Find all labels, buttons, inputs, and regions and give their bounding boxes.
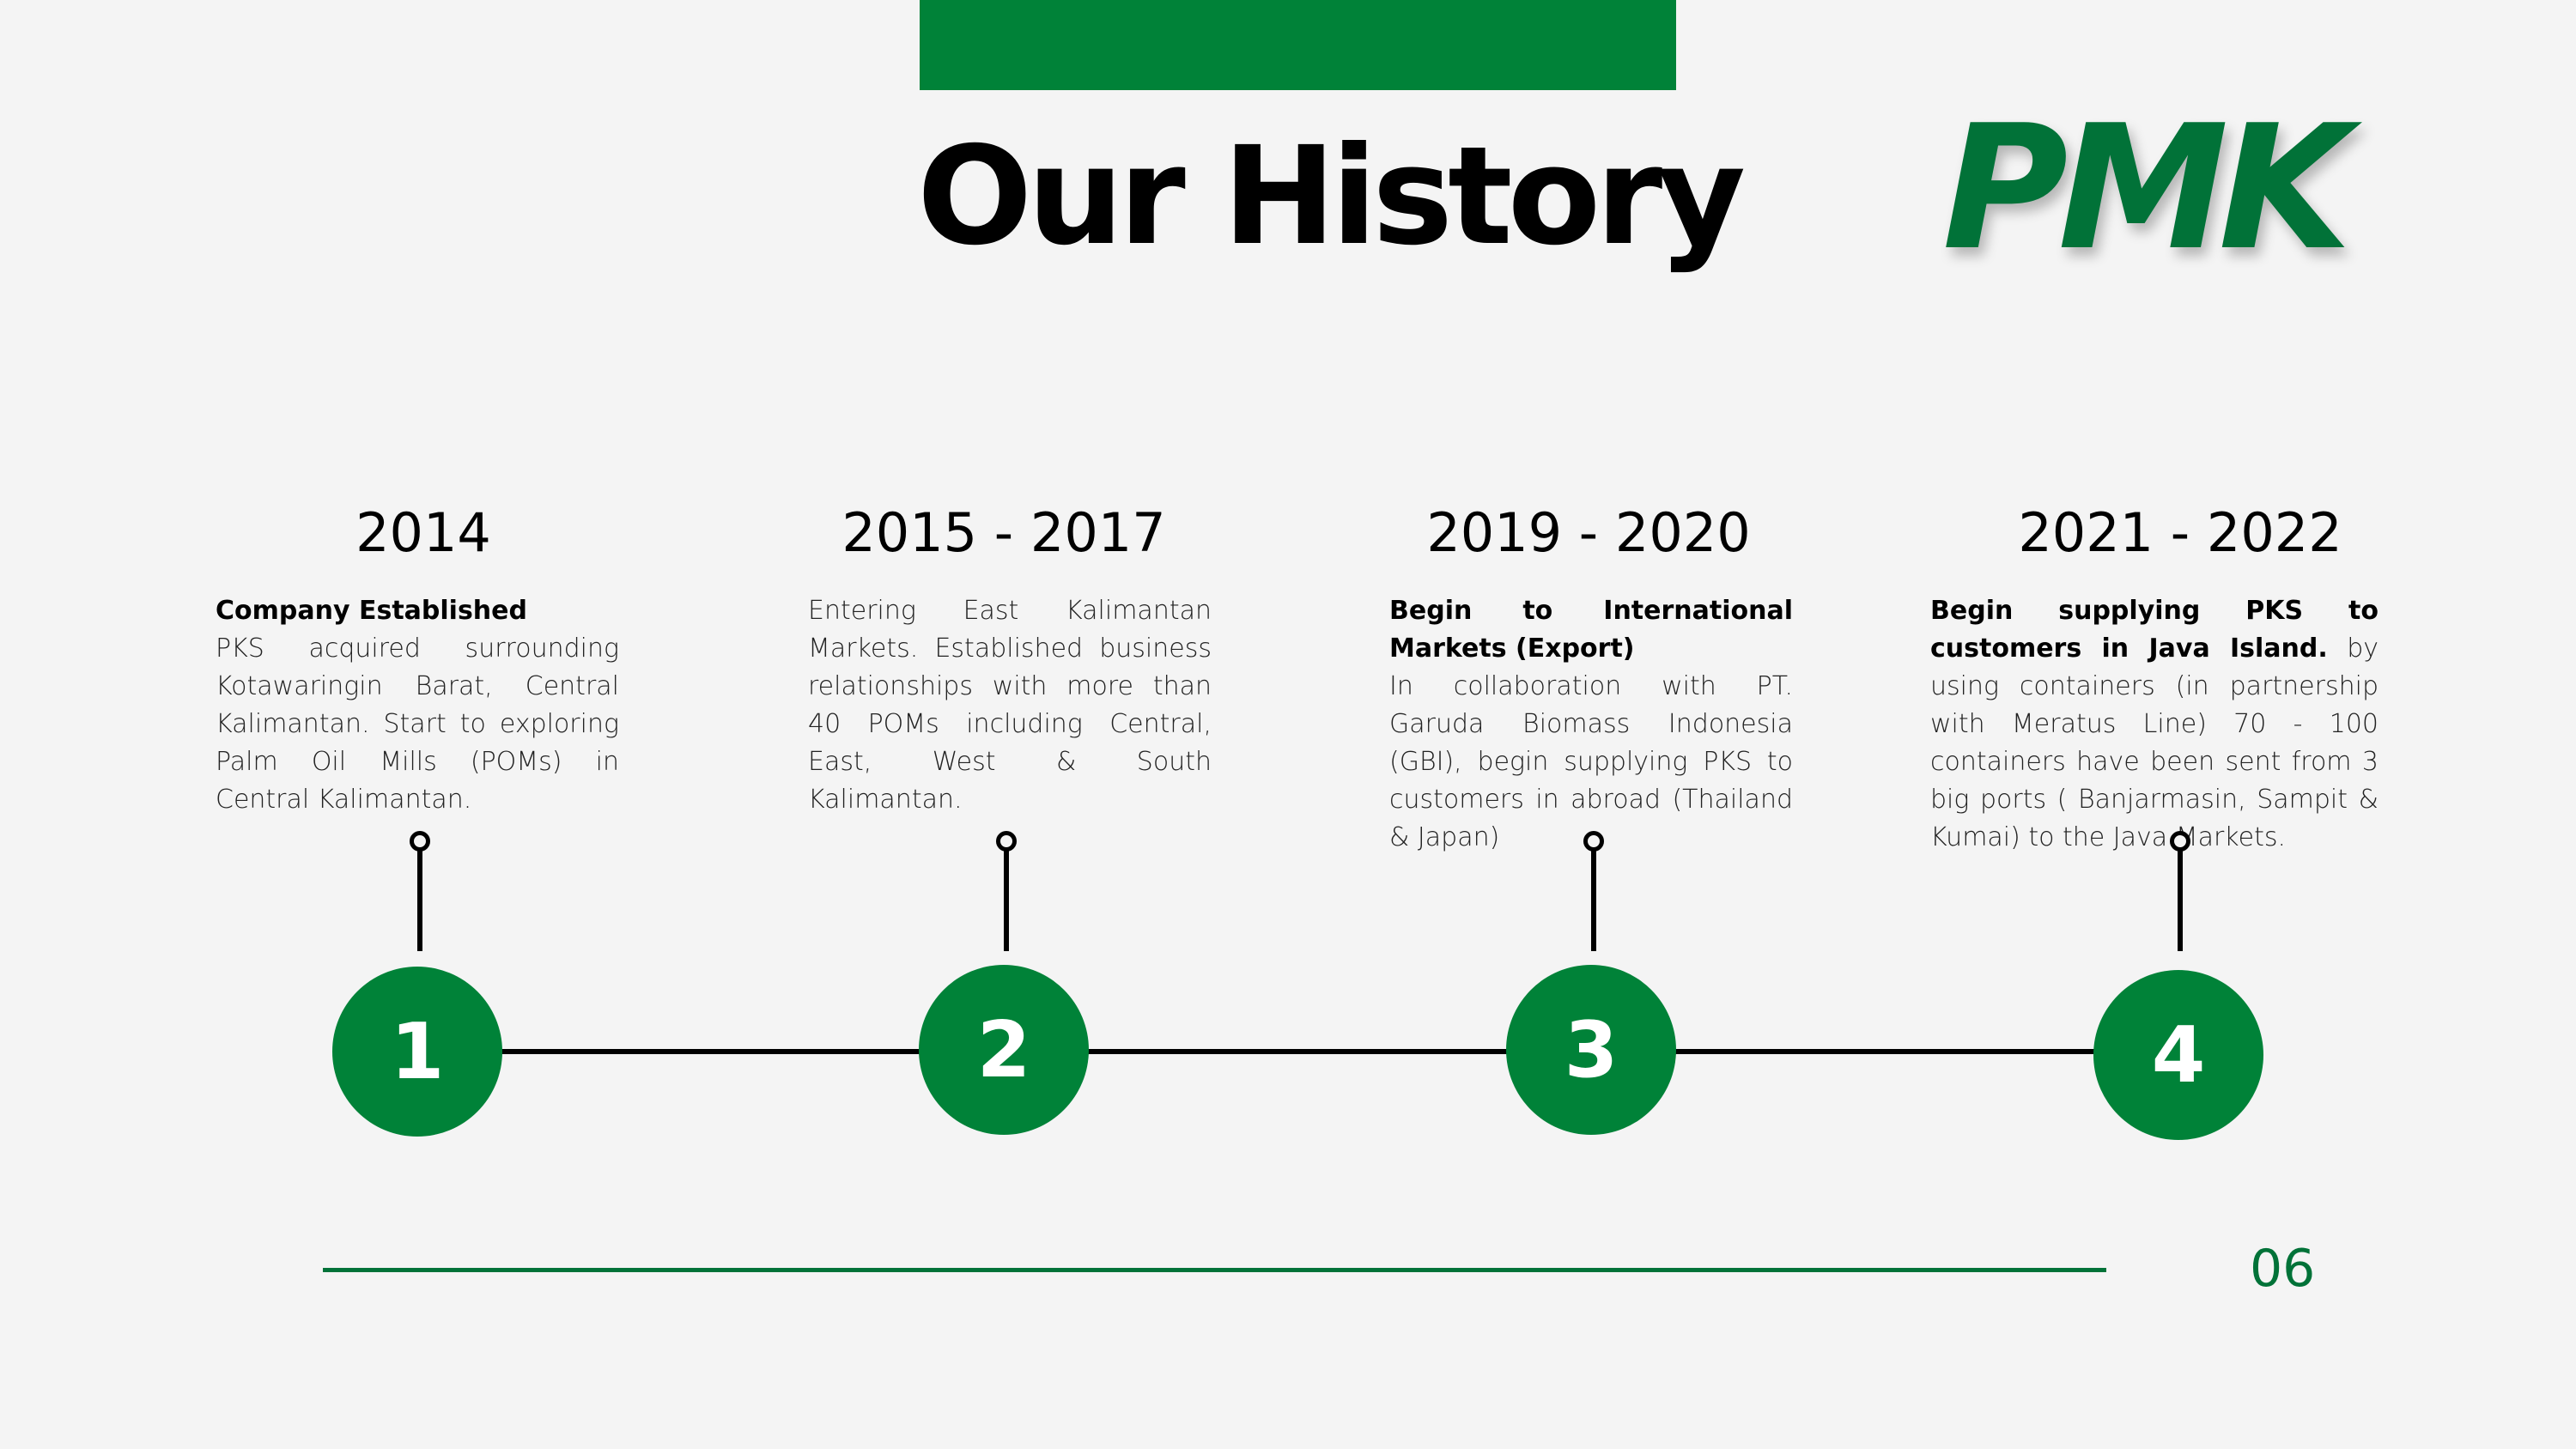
top-accent-bar [920,0,1676,90]
milestone-1-pin [410,831,430,852]
footer-divider [323,1268,2106,1272]
milestone-2-stem [1004,850,1009,951]
milestone-2-pin [996,831,1017,852]
milestone-1-heading: Company Established [216,596,527,626]
milestone-3-heading: Begin to International Markets (Export) [1389,596,1793,664]
milestone-3-pin [1583,831,1604,852]
milestone-4-circle: 4 [2093,970,2263,1140]
page-number: 06 [2250,1239,2316,1299]
milestone-4-pin [2170,831,2190,852]
milestone-1-description: Company Established PKS acquired surroun… [216,592,619,819]
milestone-4-description: Begin supplying PKS to customers in Java… [1930,592,2379,857]
milestone-2-year: 2015 - 2017 [841,501,1166,564]
milestone-4-stem [2178,850,2183,951]
milestone-4-text: by using containers (in partnership with… [1930,634,2379,852]
milestone-2-description: Entering East Kalimantan Markets. Establ… [808,592,1212,819]
milestone-1-year: 2014 [355,501,491,564]
milestone-2-text: Entering East Kalimantan Markets. Establ… [808,596,1212,815]
milestone-2-circle: 2 [919,965,1089,1135]
milestone-3-year: 2019 - 2020 [1426,501,1751,564]
milestone-1-text: PKS acquired surrounding Kotawaringin Ba… [216,634,619,815]
pmk-logo: PMK [1942,88,2352,288]
milestone-4-heading: Begin supplying PKS to customers in Java… [1930,596,2379,664]
milestone-3-stem [1591,850,1596,951]
milestone-1-stem [417,850,422,951]
milestone-1-circle: 1 [332,967,502,1137]
milestone-3-description: Begin to International Markets (Export) … [1389,592,1793,857]
milestone-4-year: 2021 - 2022 [2018,501,2342,564]
milestone-3-circle: 3 [1506,965,1676,1135]
milestone-3-text: In collaboration with PT. Garuda Biomass… [1389,671,1793,852]
page-title: Our History [917,118,1746,276]
timeline-connector-line [498,1049,2112,1054]
